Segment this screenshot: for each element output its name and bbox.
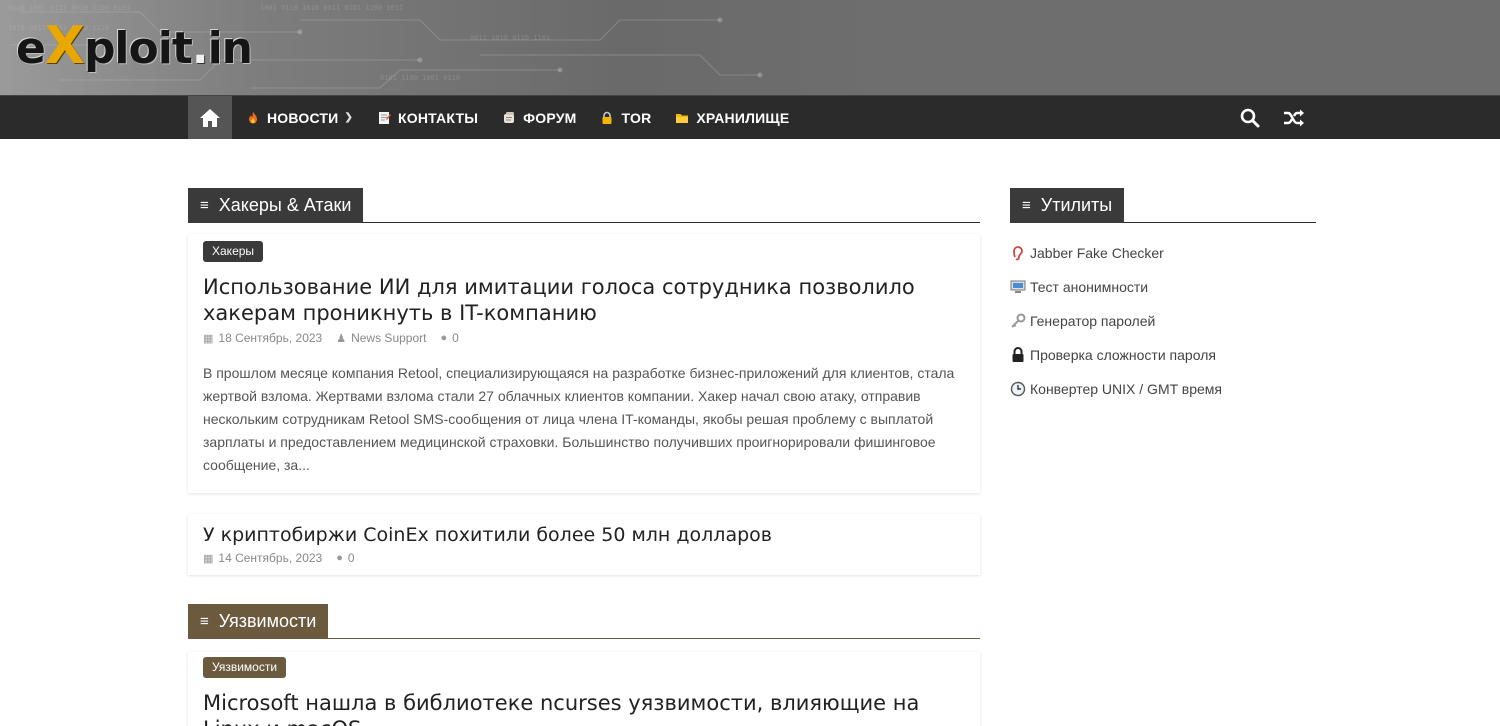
post-card-featured: Хакеры Использование ИИ для имитации гол… <box>188 234 980 493</box>
utility-link-password-strength[interactable]: Проверка сложности пароля <box>1010 338 1316 372</box>
fire-icon <box>249 111 257 123</box>
logo-text-in: in <box>207 23 253 74</box>
nav-item-label: ХРАНИЛИЩЕ <box>696 109 790 126</box>
site-header-banner: 0110 1001 0111 0010 1100 0101 1010 0011 … <box>0 0 1500 95</box>
chevron-down-icon: ❯ <box>344 112 354 123</box>
nav-home-button[interactable] <box>188 96 232 139</box>
utility-label: Генератор паролей <box>1030 313 1156 329</box>
logo-text-ploit: ploit <box>83 23 193 74</box>
section-header-hackers: ≡ Хакеры & Атаки <box>188 188 980 223</box>
post-date-text: 18 Сентябрь, 2023 <box>218 331 323 345</box>
svg-text:0110 1001 0111 0010 1100 0101: 0110 1001 0111 0010 1100 0101 <box>8 4 130 12</box>
post-title[interactable]: Использование ИИ для имитации голоса сот… <box>203 274 960 326</box>
nav-item-news[interactable]: НОВОСТИ ❯ <box>246 96 353 139</box>
home-icon <box>200 108 220 127</box>
search-icon <box>1240 108 1260 127</box>
user-icon: ♟ <box>336 332 347 345</box>
random-post-button[interactable] <box>1283 96 1305 139</box>
utility-label: Проверка сложности пароля <box>1030 347 1216 363</box>
section-header-utilities: ≡ Утилиты <box>1010 188 1316 223</box>
ear-icon <box>1010 245 1026 261</box>
section-title: Утилиты <box>1040 195 1113 215</box>
nav-item-label: ФОРУМ <box>523 109 577 126</box>
computer-icon <box>1010 279 1026 295</box>
section-tab-utilities: ≡ Утилиты <box>1010 188 1125 223</box>
utilities-list: Jabber Fake Checker Тест анонимности Ген… <box>1010 236 1316 406</box>
nav-item-label: НОВОСТИ <box>267 109 339 126</box>
memo-icon <box>379 111 392 124</box>
utility-label: Jabber Fake Checker <box>1030 245 1164 261</box>
post-meta: ▦ 14 Сентябрь, 2023 ● 0 <box>203 551 369 565</box>
key-icon <box>1010 313 1026 329</box>
menu-bars-icon: ≡ <box>1022 197 1031 214</box>
calendar-icon: ▦ <box>203 552 214 565</box>
section-tab-hackers[interactable]: ≡ Хакеры & Атаки <box>188 188 364 223</box>
section-header-vulnerabilities: ≡ Уязвимости <box>188 604 980 639</box>
nav-item-contacts[interactable]: КОНТАКТЫ <box>377 96 478 139</box>
utility-link-password-generator[interactable]: Генератор паролей <box>1010 304 1316 338</box>
search-button[interactable] <box>1240 96 1260 139</box>
post-meta: ▦ 18 Сентябрь, 2023 ♟ News Support ● 0 <box>203 331 473 345</box>
menu-bars-icon: ≡ <box>200 613 209 630</box>
post-author-text: News Support <box>351 331 427 345</box>
post-date[interactable]: ▦ 14 Сентябрь, 2023 <box>203 551 322 565</box>
site-logo[interactable]: eXploit.in <box>16 20 253 74</box>
scroll-icon <box>504 111 515 123</box>
utility-label: Тест анонимности <box>1030 279 1149 295</box>
nav-item-forum[interactable]: ФОРУМ <box>502 96 576 139</box>
utility-link-anonymity-test[interactable]: Тест анонимности <box>1010 270 1316 304</box>
comment-icon: ● <box>440 332 448 344</box>
utility-label: Конвертер UNIX / GMT время <box>1030 381 1223 397</box>
svg-text:1001 0110 1010 0011 0101 1100: 1001 0110 1010 0011 0101 1100 1011 <box>260 4 403 12</box>
nav-menu: НОВОСТИ ❯ КОНТАКТЫ ФОРУМ TOR ХРАНИЛИЩЕ <box>246 96 813 139</box>
nav-item-tor[interactable]: TOR <box>600 96 651 139</box>
main-navigation: НОВОСТИ ❯ КОНТАКТЫ ФОРУМ TOR ХРАНИЛИЩЕ <box>0 95 1500 139</box>
post-comments[interactable]: ● 0 <box>440 331 458 345</box>
menu-bars-icon: ≡ <box>200 197 209 214</box>
post-excerpt: В прошлом месяце компания Retool, специа… <box>203 365 955 473</box>
nav-item-label: TOR <box>621 109 652 126</box>
svg-text:0011 1010 0110 1101: 0011 1010 0110 1101 <box>470 34 550 42</box>
post-comments-count: 0 <box>347 551 355 565</box>
category-badge[interactable]: Уязвимости <box>203 657 287 678</box>
post-title[interactable]: У криптобиржи CoinEx похитили более 50 м… <box>203 522 960 548</box>
post-comments-count: 0 <box>452 331 459 345</box>
nav-item-label: КОНТАКТЫ <box>398 109 479 126</box>
category-badge[interactable]: Хакеры <box>203 241 264 262</box>
post-date-text: 14 Сентябрь, 2023 <box>218 551 323 565</box>
post-title[interactable]: Microsoft нашла в библиотеке ncurses уяз… <box>203 690 960 726</box>
folder-icon <box>676 113 689 123</box>
nav-item-storage[interactable]: ХРАНИЛИЩЕ <box>675 96 789 139</box>
clock-icon <box>1010 381 1026 397</box>
calendar-icon: ▦ <box>203 332 214 345</box>
utility-link-jabber-checker[interactable]: Jabber Fake Checker <box>1010 236 1316 270</box>
post-date[interactable]: ▦ 18 Сентябрь, 2023 <box>203 331 322 345</box>
comment-icon: ● <box>336 552 343 564</box>
shuffle-icon <box>1284 109 1304 126</box>
post-card-secondary: У криптобиржи CoinEx похитили более 50 м… <box>188 514 980 575</box>
section-title: Хакеры & Атаки <box>218 195 352 215</box>
svg-text:0101 1100 1001 0110: 0101 1100 1001 0110 <box>380 74 460 82</box>
section-tab-vulnerabilities[interactable]: ≡ Уязвимости <box>188 604 329 639</box>
logo-text-x: X <box>44 16 85 76</box>
logo-text-e: e <box>16 23 46 74</box>
lock-icon <box>602 111 612 124</box>
post-author[interactable]: ♟ News Support <box>336 331 426 345</box>
section-title: Уязвимости <box>218 611 317 631</box>
utility-link-time-converter[interactable]: Конвертер UNIX / GMT время <box>1010 372 1316 406</box>
lock-icon <box>1010 347 1026 363</box>
logo-text-dot: . <box>191 23 209 74</box>
post-comments[interactable]: ● 0 <box>336 551 354 565</box>
post-card-vulnerability: Уязвимости Microsoft нашла в библиотеке … <box>188 652 980 726</box>
